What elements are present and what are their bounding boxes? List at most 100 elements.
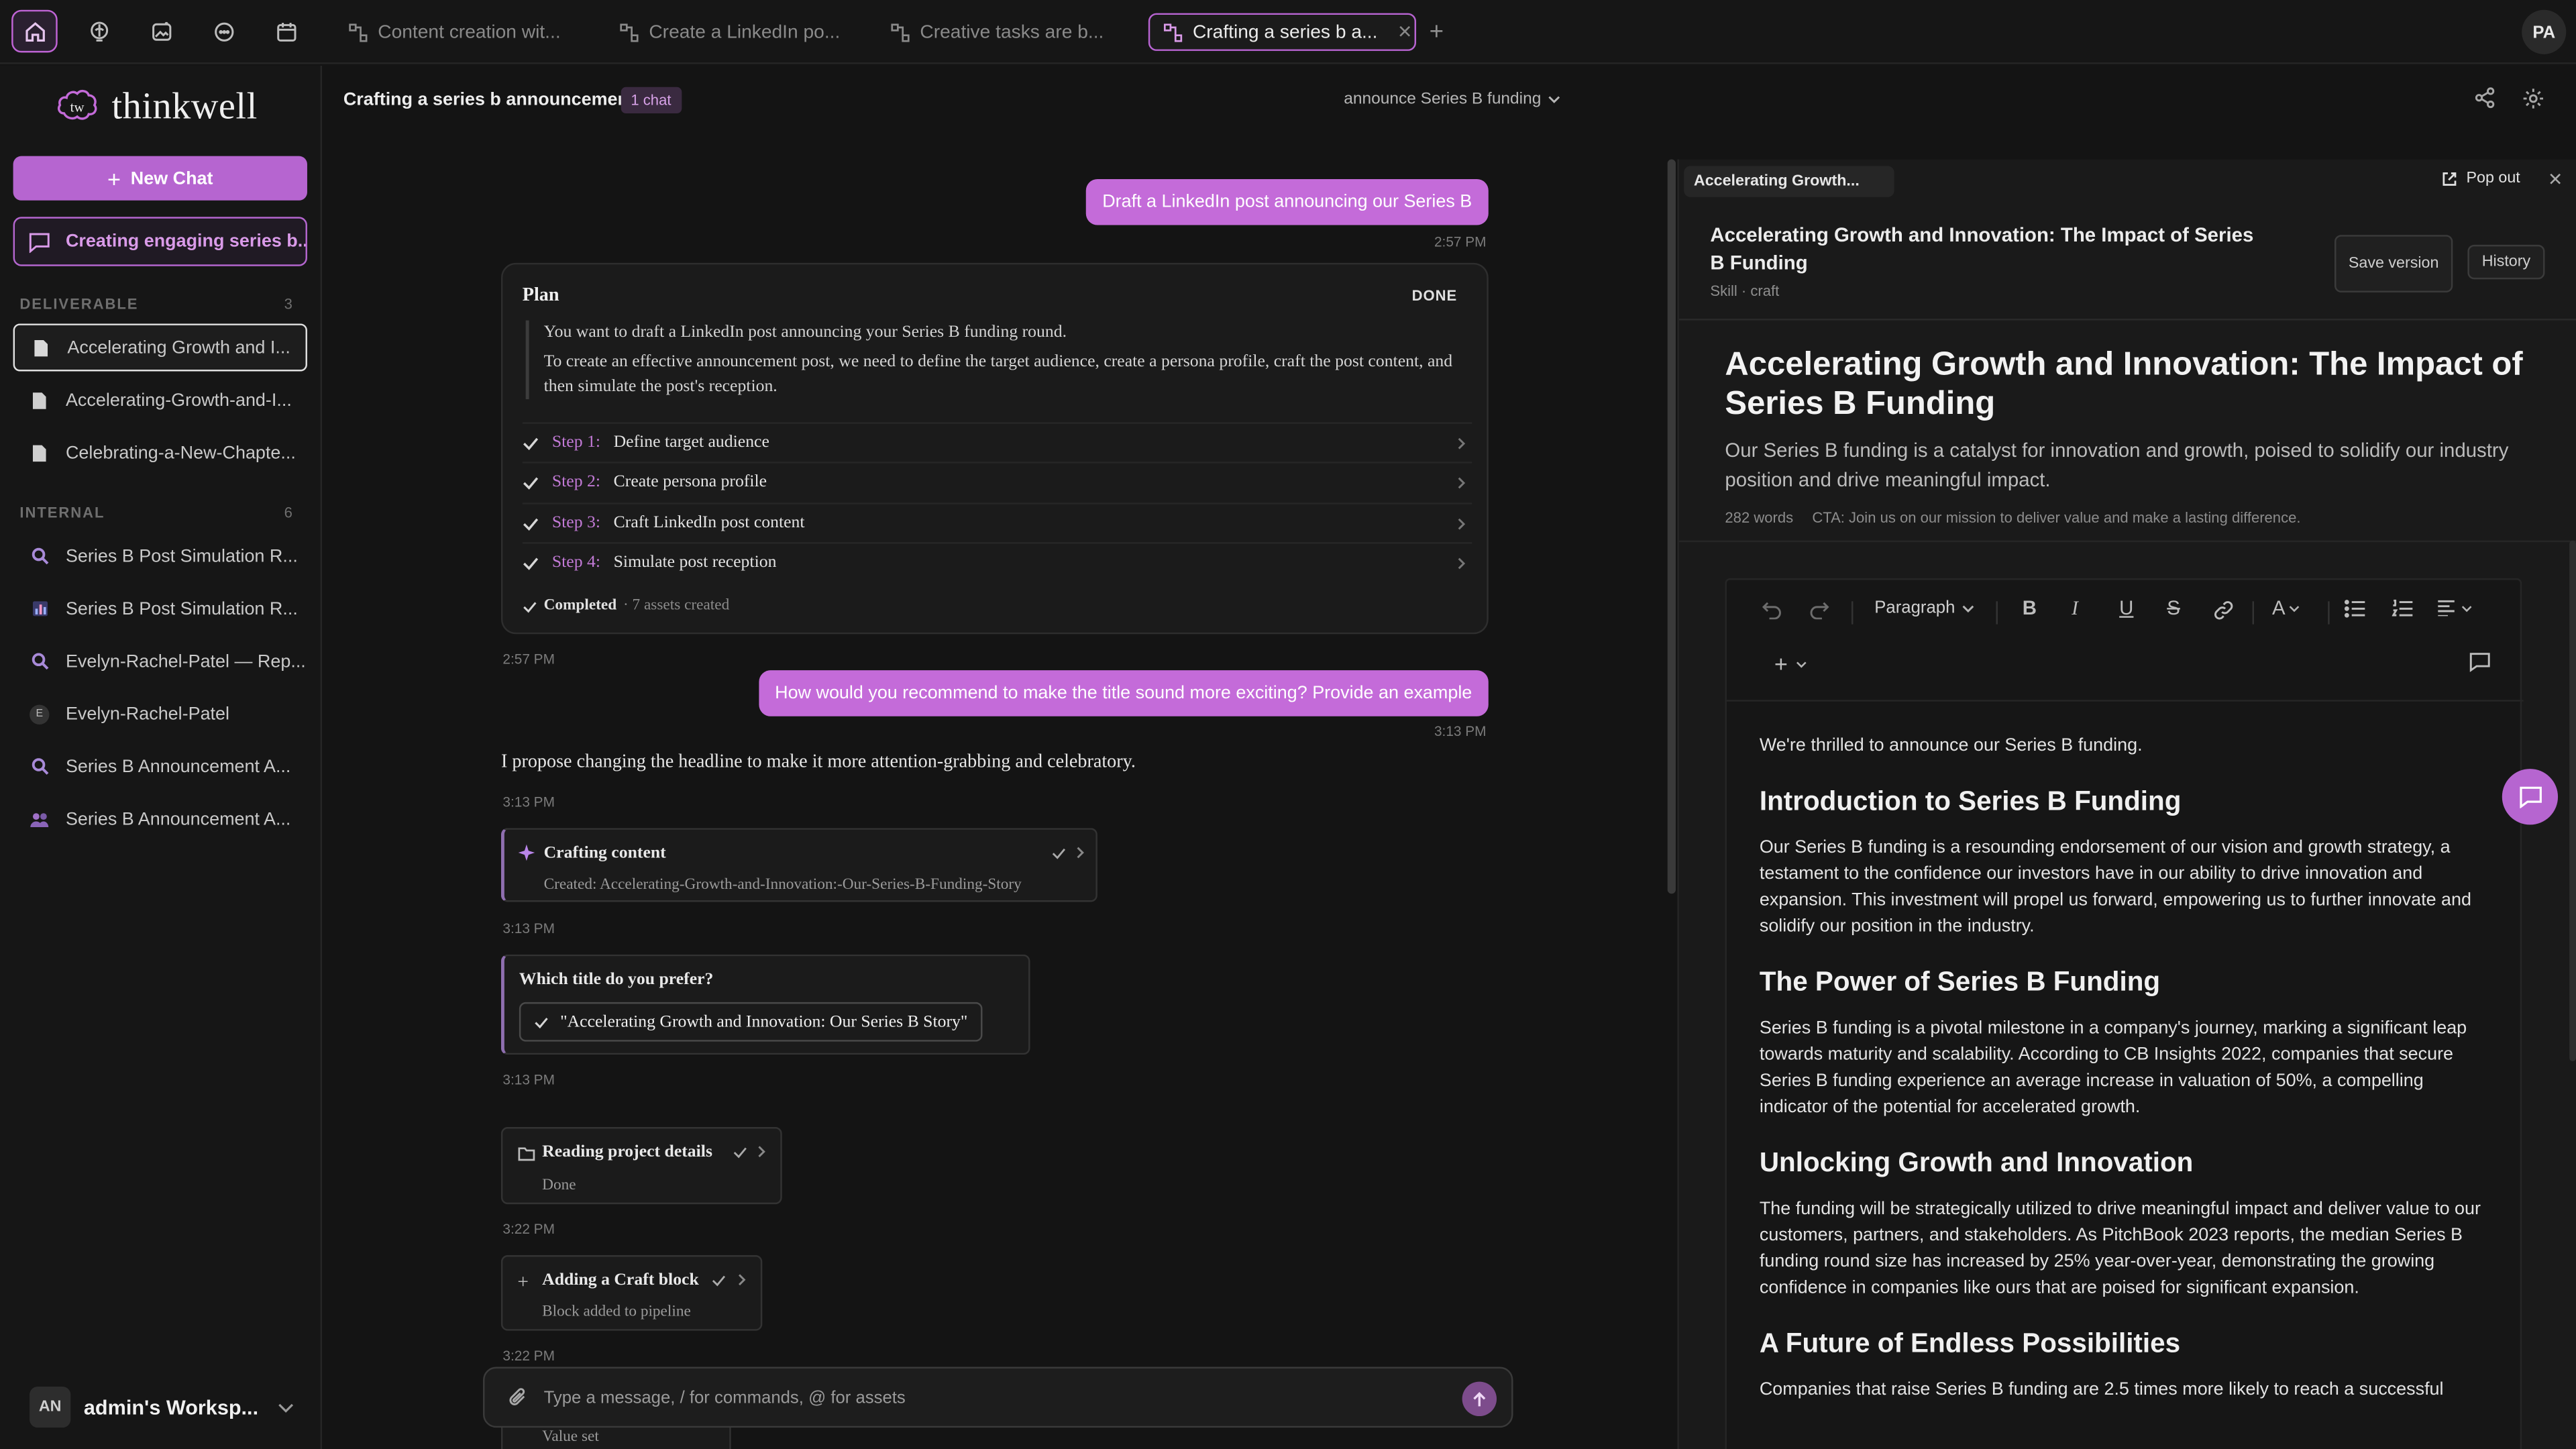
plus-icon: +	[107, 165, 121, 192]
crafting-content-card[interactable]: Crafting content Created: Accelerating-G…	[500, 828, 1097, 902]
chat-bubble-icon[interactable]	[201, 10, 247, 53]
document-meta: 282 words CTA: Join us on our mission to…	[1725, 509, 2300, 525]
document-description[interactable]: Our Series B funding is a catalyst for i…	[1725, 435, 2546, 494]
italic-icon[interactable]: I	[2072, 596, 2078, 621]
document-tab[interactable]: Accelerating Growth...	[1684, 166, 1894, 197]
choice-question: Which title do you prefer?	[519, 971, 714, 989]
sidebar-internal-item[interactable]: Series B Post Simulation R...	[13, 532, 307, 580]
title-option[interactable]: "Accelerating Growth and Innovation: Our…	[519, 1002, 983, 1042]
redo-icon[interactable]	[1809, 600, 1830, 620]
bullet-list-icon[interactable]	[2344, 600, 2366, 618]
editor-heading: Introduction to Series B Funding	[1759, 787, 2182, 817]
paperclip-icon[interactable]	[508, 1387, 527, 1408]
tab-crafting-series-b[interactable]: Crafting a series b a... ✕	[1148, 13, 1417, 51]
check-icon	[523, 476, 539, 489]
chat-scrollbar[interactable]	[1667, 159, 1676, 894]
text-color-select[interactable]: A	[2272, 596, 2300, 619]
plan-step[interactable]: Step 3: Craft LinkedIn post content	[522, 502, 1472, 542]
sidebar-deliverable-item[interactable]: Celebrating-a-New-Chapte...	[13, 429, 307, 476]
reading-project-card[interactable]: Reading project details Done	[500, 1127, 782, 1205]
undo-icon[interactable]	[1761, 600, 1782, 620]
comment-icon[interactable]	[2469, 652, 2491, 672]
bold-icon[interactable]: B	[2023, 596, 2037, 619]
sidebar-internal-item[interactable]: Series B Post Simulation R...	[13, 585, 307, 633]
divider	[1678, 540, 2576, 543]
editor-content[interactable]: We're thrilled to announce our Series B …	[1760, 733, 2491, 1403]
magic-image-icon[interactable]	[138, 10, 184, 53]
insert-block-select[interactable]: +	[1774, 651, 1807, 677]
toolbar-divider	[1851, 601, 1854, 625]
paragraph-style-label: Paragraph	[1874, 598, 1955, 618]
close-icon[interactable]: ✕	[2548, 169, 2563, 191]
document-icon	[30, 443, 49, 462]
history-button[interactable]: History	[2467, 244, 2545, 280]
chat-count-badge[interactable]: 1 chat	[621, 87, 682, 113]
floating-chat-button[interactable]	[2502, 769, 2559, 825]
sidebar-internal-item[interactable]: Series B Announcement A...	[13, 743, 307, 790]
sidebar-deliverable-item[interactable]: Accelerating Growth and I...	[13, 323, 307, 372]
message-input[interactable]	[543, 1383, 1432, 1413]
tool-card-title: Crafting content	[543, 844, 666, 863]
workspace-switcher[interactable]: AN admin's Worksp...	[30, 1386, 294, 1428]
chevron-right-icon	[1076, 846, 1084, 859]
home-icon[interactable]	[11, 9, 58, 53]
plan-step[interactable]: Step 2: Create persona profile	[522, 462, 1472, 501]
editor-paragraph: We're thrilled to announce our Series B …	[1759, 736, 2143, 756]
active-chat-item[interactable]: Creating engaging series b...	[13, 217, 307, 266]
brand-logo[interactable]: tw thinkwell	[56, 85, 257, 128]
toolbar-divider	[2328, 601, 2330, 625]
top-tab-bar: Content creation wit... Create a LinkedI…	[0, 0, 2576, 64]
check-icon	[523, 436, 539, 449]
share-icon[interactable]	[2474, 87, 2496, 109]
assistant-message: I propose changing the headline to make …	[500, 752, 1136, 773]
align-select[interactable]	[2436, 600, 2473, 616]
chevron-down-icon	[1548, 95, 1561, 103]
tool-card-subtitle: Value set	[542, 1429, 599, 1446]
strikethrough-icon[interactable]: S	[2167, 596, 2180, 619]
add-tab-icon[interactable]: +	[1430, 18, 1444, 46]
numbered-list-icon[interactable]	[2392, 599, 2414, 618]
timestamp: 3:13 PM	[502, 793, 555, 810]
plan-step[interactable]: Step 4: Simulate post reception	[522, 542, 1472, 582]
sidebar-internal-item[interactable]: Series B Announcement A...	[13, 795, 307, 843]
tool-card-subtitle: Block added to pipeline	[542, 1304, 691, 1321]
plan-footer: Completed · 7 assets created	[523, 598, 729, 614]
tab-label: Crafting a series b a...	[1192, 22, 1378, 42]
pop-out-label: Pop out	[2466, 169, 2520, 188]
step-text: Define target audience	[613, 433, 769, 452]
underline-icon[interactable]: U	[2119, 596, 2133, 619]
step-number: Step 4:	[551, 553, 601, 572]
task-selector[interactable]: announce Series B funding	[1344, 91, 1560, 109]
tab-creative-tasks[interactable]: Creative tasks are b...	[877, 13, 1117, 51]
search-icon	[30, 757, 49, 775]
page-title: Crafting a series b announcement	[343, 90, 635, 111]
adding-craft-block-card[interactable]: + Adding a Craft block Block added to pi…	[500, 1255, 763, 1331]
toolbar-divider	[2252, 601, 2254, 625]
plan-intro-line: You want to draft a LinkedIn post announ…	[543, 323, 1067, 342]
plan-step[interactable]: Step 1: Define target audience	[522, 422, 1472, 462]
close-tab-icon[interactable]: ✕	[1397, 21, 1413, 42]
people-icon	[30, 811, 49, 827]
sidebar: tw thinkwell + New Chat Creating engagin…	[0, 65, 322, 1449]
chevron-right-icon	[738, 1273, 746, 1287]
tab-create-linkedin[interactable]: Create a LinkedIn po...	[606, 13, 853, 51]
pop-out-button[interactable]: Pop out	[2442, 169, 2520, 187]
paragraph-style-select[interactable]: Paragraph	[1874, 598, 1975, 618]
chevron-right-icon	[1457, 517, 1466, 530]
tab-content-creation[interactable]: Content creation wit...	[335, 13, 574, 51]
save-version-button[interactable]: Save version	[2334, 235, 2453, 292]
new-chat-button[interactable]: + New Chat	[13, 156, 307, 201]
document-title[interactable]: Accelerating Growth and Innovation: The …	[1725, 345, 2546, 424]
brain-icon[interactable]	[76, 10, 122, 53]
step-number: Step 3:	[551, 514, 601, 533]
calendar-icon[interactable]	[263, 10, 309, 53]
gear-icon[interactable]	[2522, 87, 2544, 110]
send-button[interactable]	[1462, 1381, 1497, 1417]
sidebar-internal-item[interactable]: E Evelyn-Rachel-Patel	[13, 690, 307, 738]
sidebar-internal-item[interactable]: Evelyn-Rachel-Patel — Rep...	[13, 637, 307, 685]
document-scrollbar[interactable]	[2569, 540, 2576, 1062]
link-icon[interactable]	[2213, 600, 2235, 621]
sidebar-deliverable-item[interactable]: Accelerating-Growth-and-I...	[13, 376, 307, 424]
user-avatar[interactable]: PA	[2522, 9, 2567, 54]
workflow-icon	[890, 22, 910, 42]
